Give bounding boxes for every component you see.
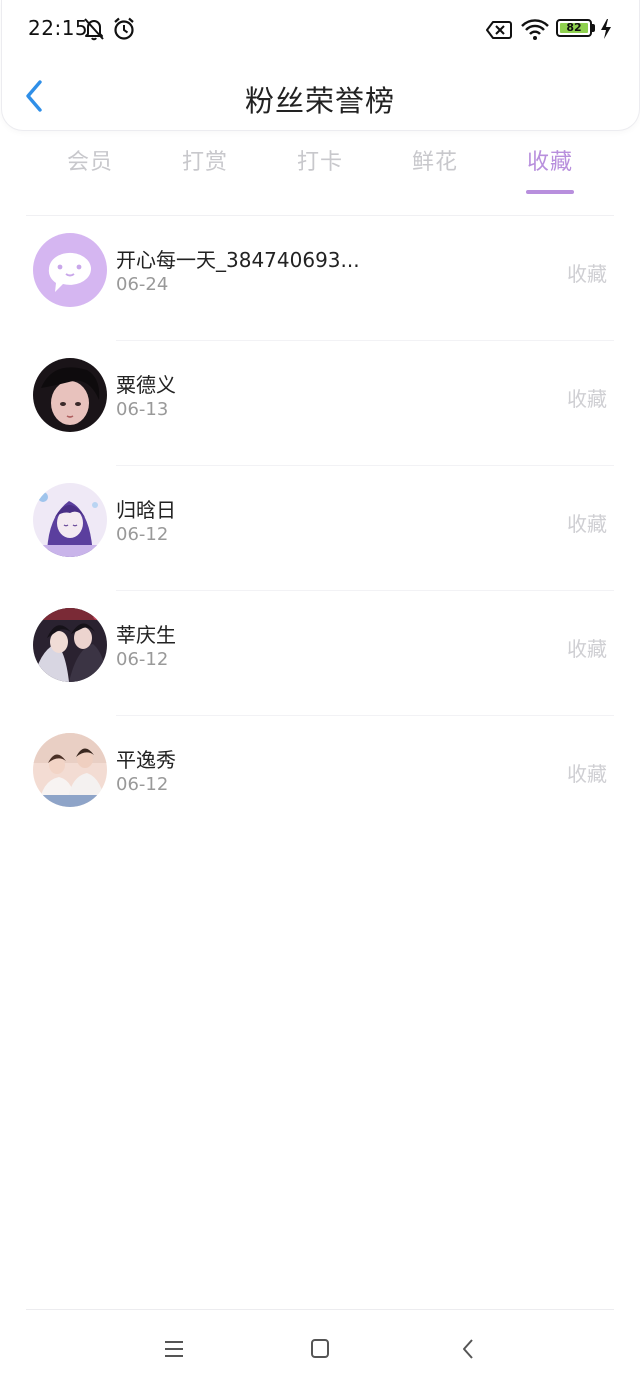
menu-icon — [165, 1341, 183, 1357]
battery-cap — [592, 24, 595, 32]
avatar — [33, 358, 107, 432]
fan-date: 06-12 — [116, 649, 169, 670]
fan-name: 开心每一天_384740693... — [116, 248, 360, 272]
fan-name: 莘庆生 — [116, 623, 176, 647]
tab-flowers[interactable]: 鲜花 — [385, 144, 485, 176]
tab-bar: 会员 打赏 打卡 鲜花 收藏 — [32, 144, 608, 200]
sim-blocked-icon — [486, 20, 512, 44]
battery-level: 82 — [566, 21, 582, 34]
charging-icon — [600, 18, 612, 44]
status-time: 22:15 — [28, 16, 89, 40]
fan-date: 06-12 — [116, 524, 169, 545]
fan-honor-page: 22:15 82 粉丝荣誉榜 会员 打赏 打卡 鲜花 收藏 开心每一天_3847… — [0, 0, 640, 1387]
fan-name: 平逸秀 — [116, 748, 176, 772]
alarm-icon — [112, 16, 136, 46]
list-item[interactable]: 归晗日 06-12 收藏 — [0, 466, 640, 591]
home-icon — [311, 1339, 329, 1358]
nav-divider — [26, 1309, 614, 1310]
page-title: 粉丝荣誉榜 — [244, 84, 395, 118]
list-item[interactable]: 平逸秀 06-12 收藏 — [0, 716, 640, 841]
battery-icon: 82 — [556, 19, 592, 37]
favorite-label: 收藏 — [567, 637, 607, 661]
tab-members[interactable]: 会员 — [40, 144, 140, 176]
wifi-icon — [520, 17, 550, 45]
fan-date: 06-13 — [116, 399, 169, 420]
fan-name: 归晗日 — [116, 498, 176, 522]
tab-checkin[interactable]: 打卡 — [270, 144, 370, 176]
favorite-label: 收藏 — [567, 512, 607, 536]
avatar — [33, 233, 107, 307]
tab-rewards[interactable]: 打赏 — [155, 144, 255, 176]
fan-date: 06-12 — [116, 774, 169, 795]
fan-name: 粟德义 — [116, 373, 176, 397]
status-bar: 22:15 82 — [0, 0, 640, 58]
list-item[interactable]: 开心每一天_384740693... 06-24 收藏 — [0, 216, 640, 341]
avatar — [33, 608, 107, 682]
back-icon — [463, 1339, 473, 1359]
list-item[interactable]: 莘庆生 06-12 收藏 — [0, 591, 640, 716]
active-tab-indicator — [526, 190, 574, 194]
mute-bell-icon — [82, 16, 106, 46]
avatar — [33, 733, 107, 807]
favorite-label: 收藏 — [567, 762, 607, 786]
fan-date: 06-24 — [116, 274, 169, 295]
list-item[interactable]: 粟德义 06-13 收藏 — [0, 341, 640, 466]
menu-button[interactable] — [159, 1334, 189, 1364]
favorite-label: 收藏 — [567, 262, 607, 286]
home-button[interactable] — [305, 1334, 335, 1364]
tab-favorites[interactable]: 收藏 — [500, 144, 600, 176]
avatar — [33, 483, 107, 557]
favorite-label: 收藏 — [567, 387, 607, 411]
system-back-button[interactable] — [454, 1334, 484, 1364]
